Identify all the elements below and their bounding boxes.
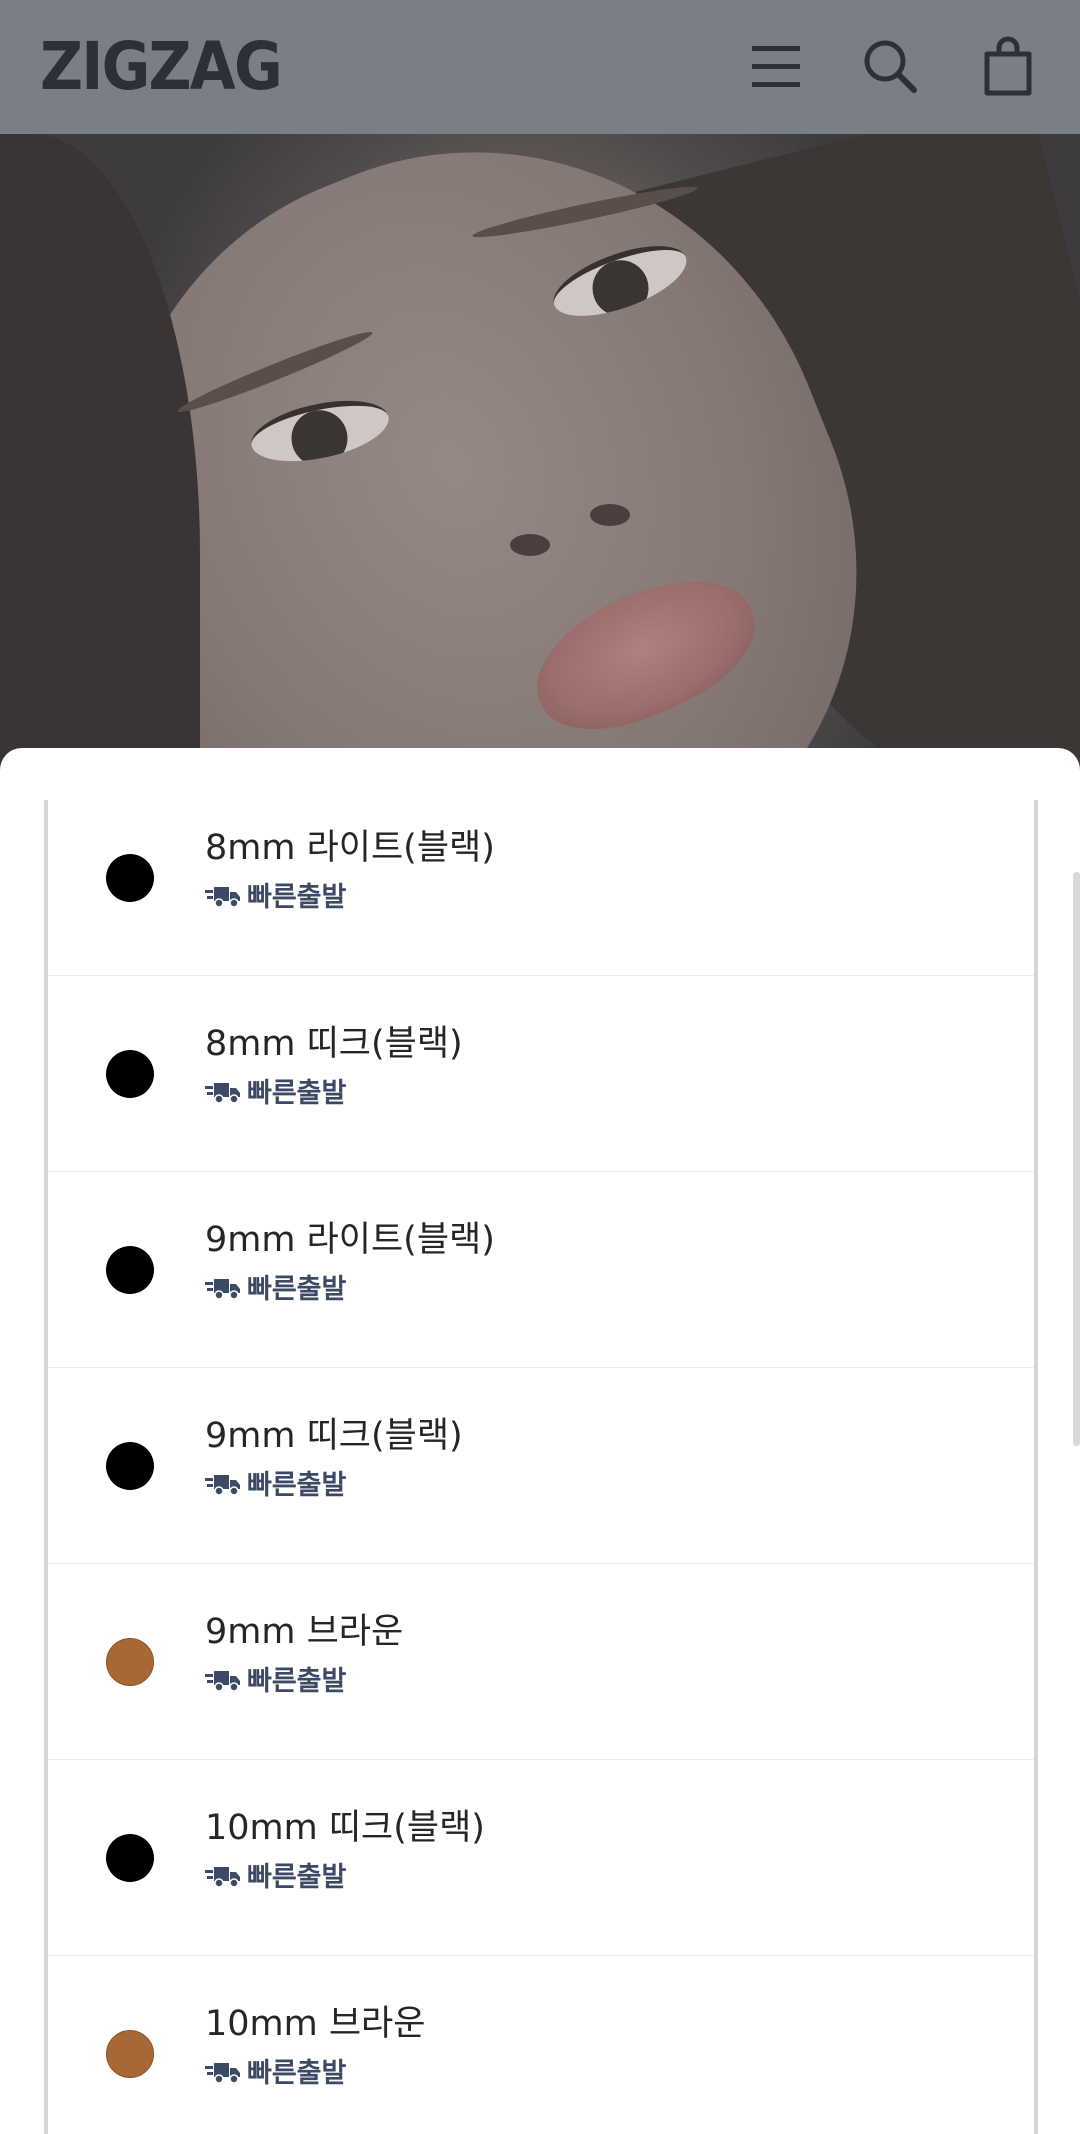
option-item[interactable]: 9mm 띠크(블랙) 빠른출발 xyxy=(48,1368,1034,1564)
color-swatch xyxy=(106,1246,154,1294)
hero-image-nose xyxy=(510,534,550,556)
option-label: 8mm 라이트(블랙) xyxy=(205,828,495,868)
option-label: 10mm 브라운 xyxy=(205,2004,426,2044)
color-swatch xyxy=(106,1638,154,1686)
color-swatch xyxy=(106,1834,154,1882)
fast-shipping-label: 빠른출발 xyxy=(247,1862,347,1893)
fast-shipping-badge: 빠른출발 xyxy=(205,1272,346,1308)
fast-shipping-label: 빠른출발 xyxy=(247,1078,347,1109)
delivery-truck-icon xyxy=(205,1668,241,1696)
delivery-truck-icon xyxy=(205,1864,241,1892)
fast-shipping-badge: 빠른출발 xyxy=(205,2056,346,2092)
option-item[interactable]: 10mm 브라운 빠른출발 xyxy=(48,1956,1034,2134)
option-item[interactable]: 8mm 라이트(블랙) 빠른출발 xyxy=(48,780,1034,976)
product-hero-image xyxy=(0,134,1080,784)
menu-icon[interactable] xyxy=(740,30,812,102)
fast-shipping-label: 빠른출발 xyxy=(247,1666,347,1697)
delivery-truck-icon xyxy=(205,2060,241,2088)
delivery-truck-icon xyxy=(205,1472,241,1500)
shopping-bag-icon[interactable] xyxy=(972,30,1044,102)
color-swatch xyxy=(106,1442,154,1490)
option-label: 10mm 띠크(블랙) xyxy=(205,1808,485,1848)
option-label: 9mm 띠크(블랙) xyxy=(205,1416,463,1456)
top-navigation-bar: ZIGZAG xyxy=(0,0,1080,134)
color-swatch xyxy=(106,1050,154,1098)
fast-shipping-badge: 빠른출발 xyxy=(205,880,346,916)
option-item[interactable]: 8mm 띠크(블랙) 빠른출발 xyxy=(48,976,1034,1172)
hero-image-hair xyxy=(0,134,200,784)
delivery-truck-icon xyxy=(205,1276,241,1304)
fast-shipping-badge: 빠른출발 xyxy=(205,1664,346,1700)
option-label: 9mm 브라운 xyxy=(205,1612,404,1652)
option-list-scrollbar[interactable] xyxy=(1073,872,1080,1446)
option-label: 9mm 라이트(블랙) xyxy=(205,1220,495,1260)
option-item[interactable]: 9mm 라이트(블랙) 빠른출발 xyxy=(48,1172,1034,1368)
option-label: 8mm 띠크(블랙) xyxy=(205,1024,463,1064)
search-icon[interactable] xyxy=(854,30,926,102)
fast-shipping-badge: 빠른출발 xyxy=(205,1468,346,1504)
delivery-truck-icon xyxy=(205,884,241,912)
fast-shipping-label: 빠른출발 xyxy=(247,882,347,913)
delivery-truck-icon xyxy=(205,1080,241,1108)
color-swatch xyxy=(106,2030,154,2078)
fast-shipping-label: 빠른출발 xyxy=(247,1274,347,1305)
zigzag-logo[interactable]: ZIGZAG xyxy=(40,28,283,106)
option-item[interactable]: 10mm 띠크(블랙) 빠른출발 xyxy=(48,1760,1034,1956)
fast-shipping-label: 빠른출발 xyxy=(247,1470,347,1501)
hero-image-nose xyxy=(590,504,630,526)
fast-shipping-badge: 빠른출발 xyxy=(205,1860,346,1896)
option-item[interactable]: 9mm 브라운 빠른출발 xyxy=(48,1564,1034,1760)
fast-shipping-label: 빠른출발 xyxy=(247,2058,347,2089)
color-swatch xyxy=(106,854,154,902)
fast-shipping-badge: 빠른출발 xyxy=(205,1076,346,1112)
